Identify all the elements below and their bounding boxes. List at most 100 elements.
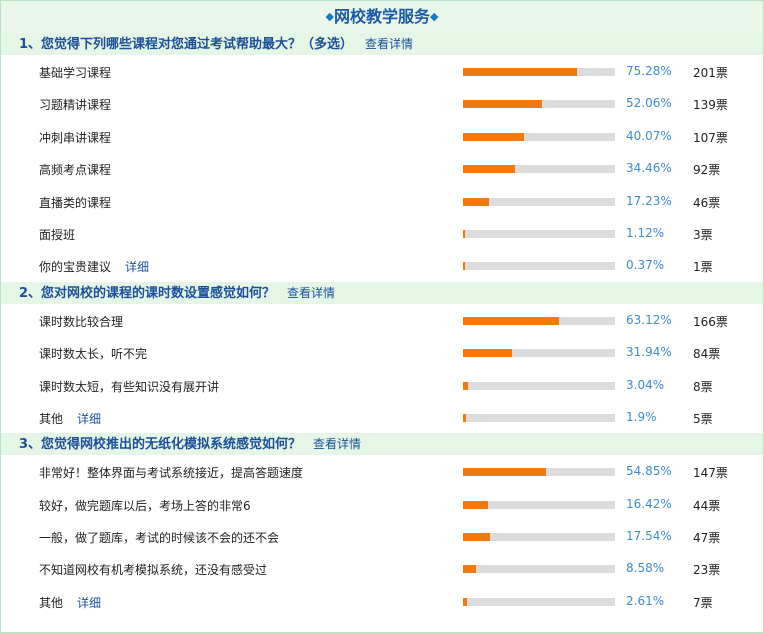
- option-label: 习题精讲课程: [39, 98, 112, 113]
- option-row: 直播类的课程 17.23% 46票: [1, 185, 763, 217]
- option-label: 直播类的课程: [39, 195, 112, 210]
- survey-panel: ◆网校教学服务◆ 1、您觉得下列哪些课程对您通过考试帮助最大？（多选） 查看详情基…: [0, 0, 764, 633]
- option-percent: 1.12%: [626, 225, 665, 240]
- option-votes: 8票: [693, 379, 713, 394]
- option-label-wrap: 习题精讲课程: [39, 96, 111, 113]
- option-votes: 147票: [693, 466, 728, 481]
- progress-fill: [463, 413, 466, 422]
- progress-bar: [463, 413, 615, 422]
- option-label: 其他: [39, 411, 64, 426]
- option-votes: 23票: [693, 563, 721, 578]
- progress-fill: [463, 565, 477, 574]
- option-label: 你的宝贵建议: [39, 260, 112, 275]
- option-label-wrap: 你的宝贵建议 详细: [39, 258, 149, 275]
- progress-fill: [463, 100, 543, 109]
- option-label-wrap: 一般，做了题库，考试的时候该不会的还不会: [39, 529, 279, 546]
- option-percent: 1.9%: [626, 409, 657, 424]
- progress-fill: [463, 349, 512, 358]
- option-percent: 54.85%: [626, 464, 672, 479]
- option-row: 基础学习课程 75.28% 201票: [1, 55, 763, 87]
- option-percent: 0.37%: [626, 258, 665, 273]
- option-percent: 52.06%: [626, 96, 672, 111]
- option-label-wrap: 高频考点课程: [39, 161, 111, 178]
- option-votes: 92票: [693, 163, 721, 178]
- option-row: 较好，做完题库以后，考场上答的非常6 16.42% 44票: [1, 488, 763, 520]
- option-percent: 34.46%: [626, 161, 672, 176]
- progress-bar: [463, 381, 615, 390]
- question-title: 2、您对网校的课程的课时数设置感觉如何？: [19, 285, 276, 301]
- option-row: 课时数比较合理 63.12% 166票: [1, 304, 763, 336]
- option-detail-link[interactable]: 详细: [125, 260, 149, 274]
- progress-fill: [463, 68, 578, 76]
- option-label-wrap: 不知道网校有机考模拟系统，还没有感受过: [39, 561, 267, 578]
- question-list: 1、您觉得下列哪些课程对您通过考试帮助最大？（多选） 查看详情 基础学习课程 75.2…: [1, 33, 763, 617]
- progress-fill: [463, 468, 547, 477]
- option-percent: 31.94%: [626, 345, 672, 360]
- option-label-wrap: 较好，做完题库以后，考场上答的非常6: [39, 497, 251, 514]
- progress-fill: [463, 262, 465, 271]
- option-label-wrap: 非常好！整体界面与考试系统接近，提高答题速度: [39, 464, 303, 481]
- option-row: 课时数太长，听不完 31.94% 84票: [1, 336, 763, 368]
- option-row: 课时数太短，有些知识没有展开讲 3.04% 8票: [1, 369, 763, 401]
- progress-fill: [463, 500, 488, 509]
- progress-fill: [463, 132, 524, 141]
- option-label-wrap: 面授班: [39, 226, 75, 243]
- progress-bar: [463, 533, 615, 542]
- progress-fill: [463, 533, 490, 542]
- option-votes: 201票: [693, 66, 728, 80]
- option-row: 习题精讲课程 52.06% 139票: [1, 87, 763, 119]
- option-row: 其他 详细 1.9% 5票: [1, 401, 763, 433]
- option-row: 一般，做了题库，考试的时候该不会的还不会 17.54% 47票: [1, 520, 763, 552]
- view-details-link[interactable]: 查看详情: [365, 37, 413, 51]
- option-percent: 63.12%: [626, 312, 672, 327]
- option-percent: 3.04%: [626, 377, 665, 392]
- question-title: 1、您觉得下列哪些课程对您通过考试帮助最大？（多选）: [19, 37, 354, 52]
- option-percent: 17.54%: [626, 529, 672, 544]
- option-row: 面授班 1.12% 3票: [1, 217, 763, 249]
- option-percent: 40.07%: [626, 128, 672, 143]
- option-label: 课时数太短，有些知识没有展开讲: [39, 379, 220, 394]
- question-header: 3、您觉得网校推出的无纸化模拟系统感觉如何？ 查看详情: [1, 433, 763, 456]
- option-label: 其他: [39, 595, 64, 610]
- option-votes: 7票: [693, 595, 713, 610]
- option-votes: 44票: [693, 498, 721, 513]
- option-label: 较好，做完题库以后，考场上答的非常6: [39, 498, 251, 513]
- option-row: 冲刺串讲课程 40.07% 107票: [1, 120, 763, 152]
- view-details-link[interactable]: 查看详情: [287, 286, 335, 300]
- progress-bar: [463, 68, 615, 76]
- option-row: 你的宝贵建议 详细 0.37% 1票: [1, 249, 763, 281]
- option-row: 其他 详细 2.61% 7票: [1, 585, 763, 617]
- option-percent: 75.28%: [626, 64, 672, 78]
- progress-fill: [463, 165, 516, 174]
- progress-bar: [463, 597, 615, 606]
- progress-bar: [463, 565, 615, 574]
- option-label: 基础学习课程: [39, 66, 112, 80]
- option-row: 非常好！整体界面与考试系统接近，提高答题速度 54.85% 147票: [1, 455, 763, 487]
- page-title: ◆网校教学服务◆: [1, 1, 763, 33]
- option-label-wrap: 课时数太长，听不完: [39, 345, 147, 362]
- option-votes: 84票: [693, 347, 721, 362]
- option-label: 课时数太长，听不完: [39, 347, 148, 362]
- progress-bar: [463, 229, 615, 238]
- option-label: 冲刺串讲课程: [39, 130, 112, 145]
- question-header: 1、您觉得下列哪些课程对您通过考试帮助最大？（多选） 查看详情: [1, 33, 763, 55]
- view-details-link[interactable]: 查看详情: [313, 437, 361, 451]
- option-detail-link[interactable]: 详细: [77, 596, 101, 610]
- option-votes: 166票: [693, 314, 728, 329]
- option-label-wrap: 基础学习课程: [39, 64, 111, 81]
- progress-fill: [463, 316, 559, 325]
- option-detail-link[interactable]: 详细: [77, 412, 101, 426]
- option-percent: 17.23%: [626, 193, 672, 208]
- option-percent: 8.58%: [626, 561, 665, 576]
- option-percent: 2.61%: [626, 593, 665, 608]
- option-row: 高频考点课程 34.46% 92票: [1, 152, 763, 184]
- option-label-wrap: 课时数比较合理: [39, 313, 123, 330]
- progress-fill: [463, 229, 465, 238]
- option-row: 不知道网校有机考模拟系统，还没有感受过 8.58% 23票: [1, 552, 763, 584]
- progress-bar: [463, 165, 615, 174]
- option-votes: 3票: [693, 227, 713, 242]
- option-label-wrap: 直播类的课程: [39, 194, 111, 211]
- option-label: 不知道网校有机考模拟系统，还没有感受过: [39, 563, 268, 578]
- option-label: 高频考点课程: [39, 163, 112, 178]
- progress-fill: [463, 381, 468, 390]
